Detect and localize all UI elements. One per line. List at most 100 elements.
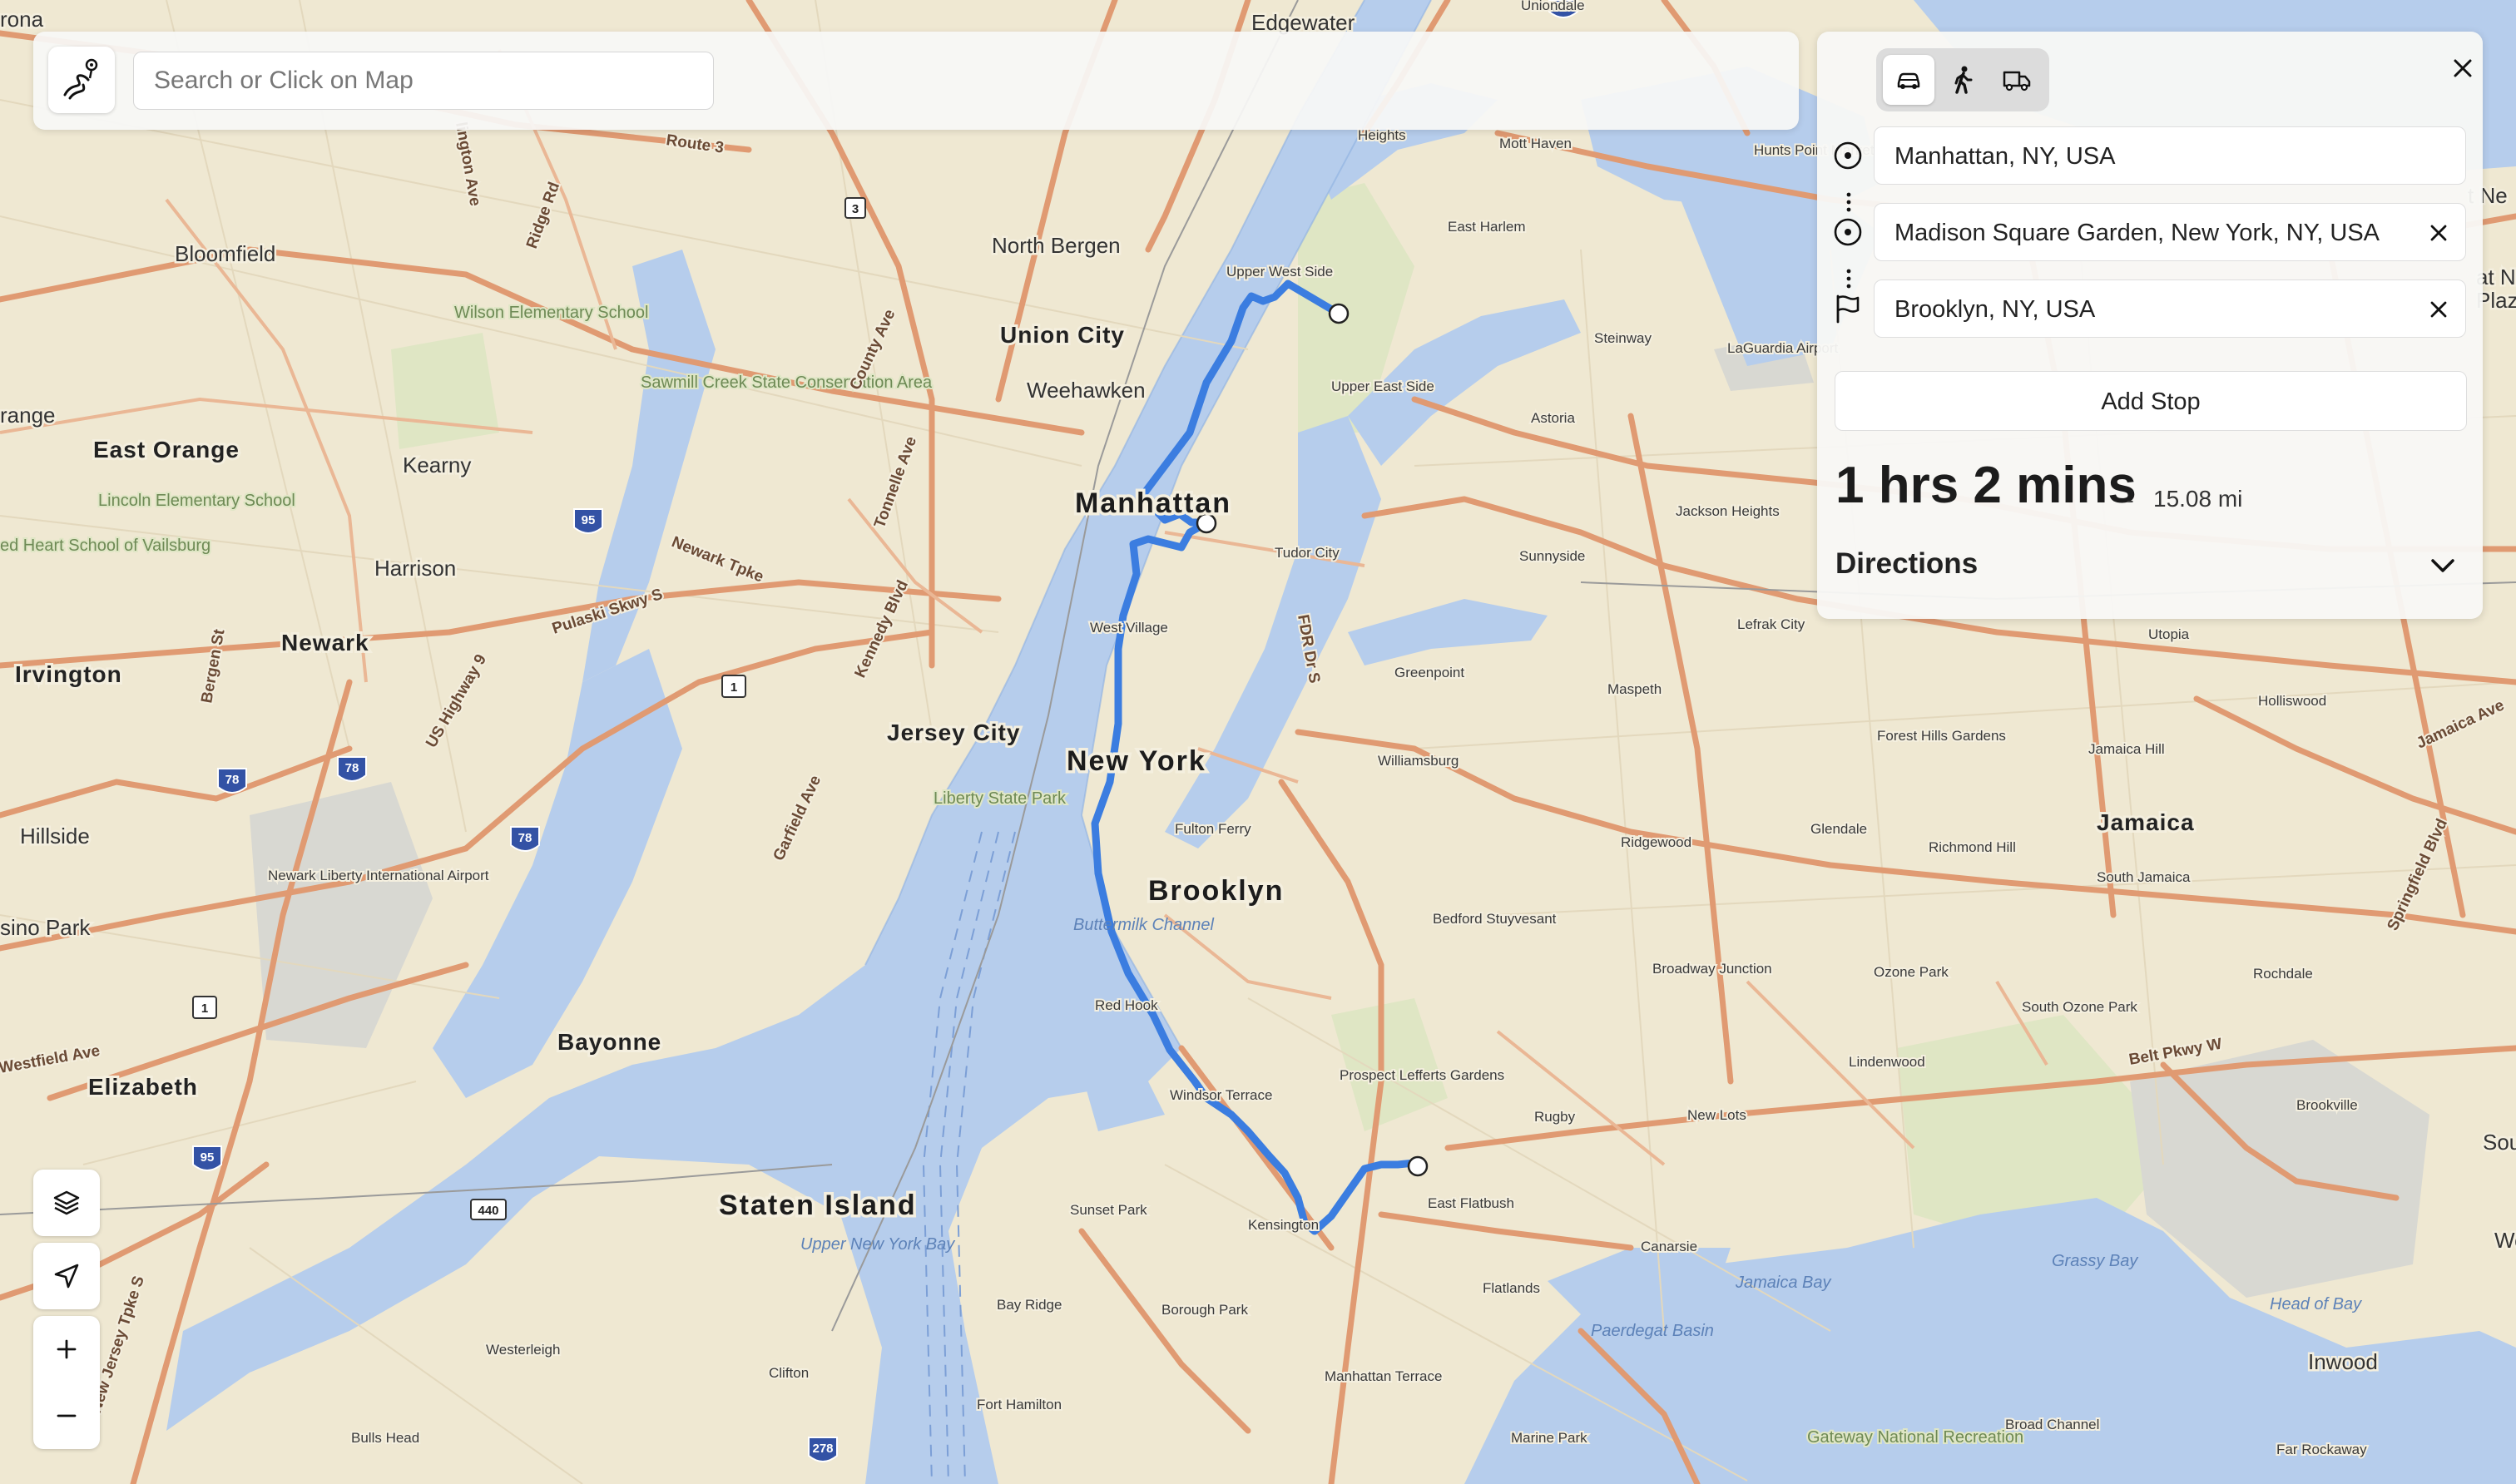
zoom-in-button[interactable] — [33, 1316, 100, 1383]
label-upper-bay: Upper New York Bay — [800, 1235, 955, 1254]
label-south-ozone-park: South Ozone Park — [2022, 999, 2137, 1015]
origin-field[interactable]: Manhattan, NY, USA — [1874, 126, 2466, 185]
svg-text:78: 78 — [345, 761, 359, 775]
label-williamsburg: Williamsburg — [1378, 753, 1459, 769]
label-heart-school: ed Heart School of Vailsburg — [0, 537, 210, 555]
destination-field[interactable]: Brooklyn, NY, USA — [1874, 279, 2466, 338]
top-search-bar — [33, 32, 1799, 130]
label-rochdale: Rochdale — [2253, 966, 2313, 982]
label-bloomfield: Bloomfield — [175, 241, 275, 266]
label-new-york: New York — [1067, 745, 1206, 777]
waypoint-value: Madison Square Garden, New York, NY, USA — [1894, 220, 2380, 246]
label-ozone-park: Ozone Park — [1874, 964, 1949, 980]
label-richmond-hill: Richmond Hill — [1929, 839, 2016, 855]
clear-waypoint-button[interactable] — [2424, 218, 2454, 248]
svg-text:278: 278 — [812, 1442, 833, 1456]
location-arrow-icon — [54, 1264, 79, 1289]
app-logo-icon[interactable] — [48, 47, 115, 113]
label-weehawken: Weehawken — [1027, 378, 1146, 403]
label-maspeth: Maspeth — [1607, 681, 1662, 697]
label-bed-stuy: Bedford Stuyvesant — [1433, 911, 1557, 927]
label-sunnyside: Sunnyside — [1519, 548, 1585, 564]
interstate-shield: 78 — [510, 826, 540, 852]
label-sino-park: sino Park — [0, 915, 91, 940]
label-irvington: Irvington — [15, 661, 122, 687]
destination-flag-icon — [1836, 294, 1860, 324]
label-westerleigh: Westerleigh — [486, 1342, 560, 1358]
label-brookville: Brookville — [2296, 1097, 2358, 1113]
route-end-marker[interactable] — [1407, 1155, 1429, 1177]
label-west-village: West Village — [1090, 620, 1168, 636]
label-fort-hamilton: Fort Hamilton — [977, 1397, 1062, 1412]
label-east-harlem: East Harlem — [1448, 219, 1526, 235]
label-jackson-heights: Jackson Heights — [1676, 503, 1780, 519]
label-lefrak-city: Lefrak City — [1737, 616, 1805, 632]
label-sou: Sou — [2483, 1130, 2516, 1155]
label-new-lots: New Lots — [1687, 1107, 1746, 1123]
close-panel-button[interactable] — [2443, 48, 2483, 88]
layers-button[interactable] — [33, 1170, 100, 1236]
label-buttermilk-channel: Buttermilk Channel — [1073, 916, 1215, 934]
walking-icon — [1954, 66, 1973, 94]
us-route-shield: 1 — [721, 675, 746, 698]
label-brooklyn: Brooklyn — [1148, 875, 1284, 907]
svg-text:3: 3 — [852, 202, 859, 216]
zoom-out-button[interactable] — [33, 1383, 100, 1449]
chevron-down-icon — [2431, 559, 2454, 572]
truck-icon — [2003, 71, 2031, 92]
label-east-orange: East Orange — [93, 437, 240, 463]
label-red-hook: Red Hook — [1095, 997, 1158, 1013]
drive-mode-button[interactable] — [1883, 55, 1934, 105]
label-manhattan: Manhattan — [1075, 487, 1231, 519]
label-glendale: Glendale — [1810, 821, 1867, 837]
label-head-of-bay: Head of Bay — [2270, 1295, 2362, 1313]
svg-text:78: 78 — [518, 831, 532, 845]
label-inwood: Inwood — [2308, 1349, 2378, 1374]
svg-text:440: 440 — [478, 1204, 498, 1218]
stop-row-origin: Manhattan, NY, USA — [1817, 126, 2483, 185]
label-manhattan-terrace: Manhattan Terrace — [1325, 1368, 1442, 1384]
add-stop-button[interactable]: Add Stop — [1835, 371, 2467, 431]
svg-text:78: 78 — [225, 773, 240, 787]
label-utopia: Utopia — [2148, 626, 2190, 642]
label-windsor-terrace: Windsor Terrace — [1170, 1087, 1272, 1103]
label-wilson-school: Wilson Elementary School — [454, 304, 648, 322]
layers-icon — [53, 1190, 80, 1215]
travel-mode-selector — [1876, 48, 2049, 111]
state-route-shield: 440 — [470, 1199, 507, 1220]
label-jamaica-hill: Jamaica Hill — [2088, 741, 2165, 757]
label-gateway: Gateway National Recreation — [1807, 1428, 2023, 1447]
label-grassy-bay: Grassy Bay — [2052, 1252, 2138, 1270]
label-tudor-city: Tudor City — [1275, 545, 1340, 561]
label-sunset-park: Sunset Park — [1070, 1202, 1147, 1218]
walk-mode-button[interactable] — [1937, 55, 1989, 105]
label-greenpoint: Greenpoint — [1394, 665, 1464, 680]
stop-row-waypoint: Madison Square Garden, New York, NY, USA — [1817, 203, 2483, 261]
label-newark-airport: Newark Liberty International Airport — [268, 868, 489, 883]
label-rugby: Rugby — [1534, 1109, 1576, 1125]
stop-row-destination: Brooklyn, NY, USA — [1817, 279, 2483, 338]
waypoint-field[interactable]: Madison Square Garden, New York, NY, USA — [1874, 203, 2466, 261]
search-input[interactable] — [133, 52, 714, 110]
locate-me-button[interactable] — [33, 1243, 100, 1309]
directions-expand-button[interactable] — [2424, 547, 2461, 584]
label-liberty-park: Liberty State Park — [934, 789, 1067, 808]
route-start-marker[interactable] — [1328, 303, 1350, 324]
label-kensington: Kensington — [1248, 1217, 1319, 1233]
close-icon — [2454, 59, 2472, 77]
label-kearny: Kearny — [403, 453, 471, 477]
label-elizabeth: Elizabeth — [88, 1074, 198, 1100]
clear-destination-button[interactable] — [2424, 294, 2454, 324]
zoom-controls — [33, 1316, 100, 1449]
route-distance: 15.08 mi — [2153, 486, 2243, 512]
label-harrison: Harrison — [374, 556, 456, 581]
truck-mode-button[interactable] — [1991, 55, 2043, 105]
interstate-shield: 95 — [573, 508, 603, 534]
label-rona: rona — [0, 7, 44, 32]
interstate-shield: 78 — [337, 756, 367, 782]
directions-toggle-label[interactable]: Directions — [1835, 547, 1978, 581]
label-canarsie: Canarsie — [1641, 1239, 1697, 1254]
destination-value: Brooklyn, NY, USA — [1894, 296, 2096, 323]
origin-value: Manhattan, NY, USA — [1894, 143, 2116, 170]
label-range: range — [0, 403, 56, 428]
